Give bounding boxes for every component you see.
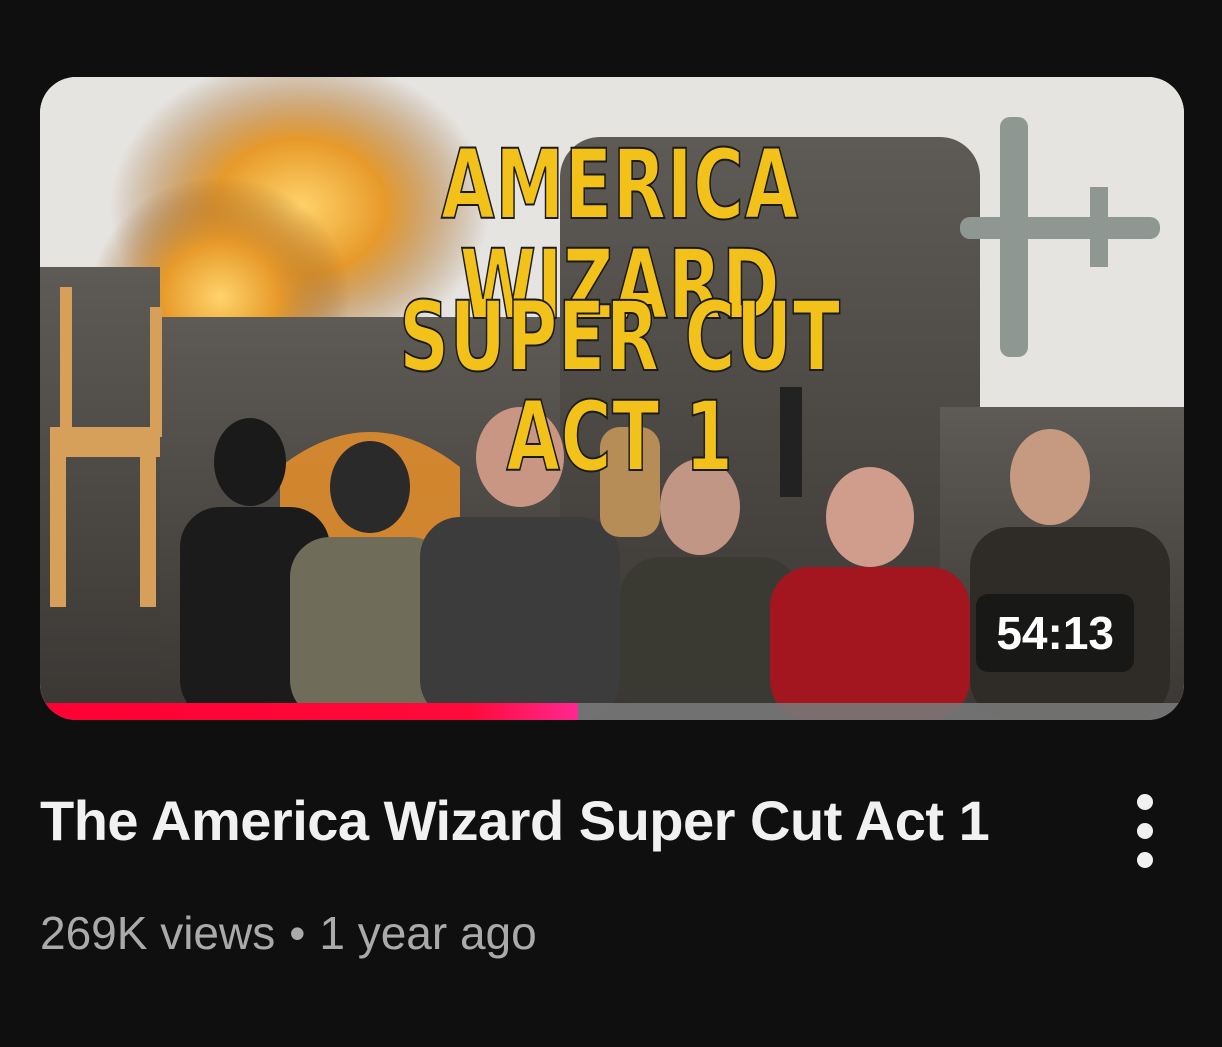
video-metadata: 269K views • 1 year ago xyxy=(40,905,537,961)
watch-progress-bar xyxy=(40,703,1184,720)
thumbnail-title-line2: SUPER CUT ACT 1 xyxy=(398,281,841,493)
video-card[interactable]: AMERICA WIZARD SUPER CUT ACT 1 54:13 The… xyxy=(0,0,1222,1047)
video-thumbnail[interactable]: AMERICA WIZARD SUPER CUT ACT 1 54:13 xyxy=(40,77,1184,720)
video-title[interactable]: The America Wizard Super Cut Act 1 xyxy=(40,788,1100,854)
meta-separator: • xyxy=(289,907,306,959)
more-vert-icon[interactable] xyxy=(1118,786,1178,876)
upload-age: 1 year ago xyxy=(319,907,537,959)
watch-progress-fill xyxy=(40,703,578,720)
duration-badge: 54:13 xyxy=(976,594,1134,672)
view-count: 269K views xyxy=(40,907,276,959)
